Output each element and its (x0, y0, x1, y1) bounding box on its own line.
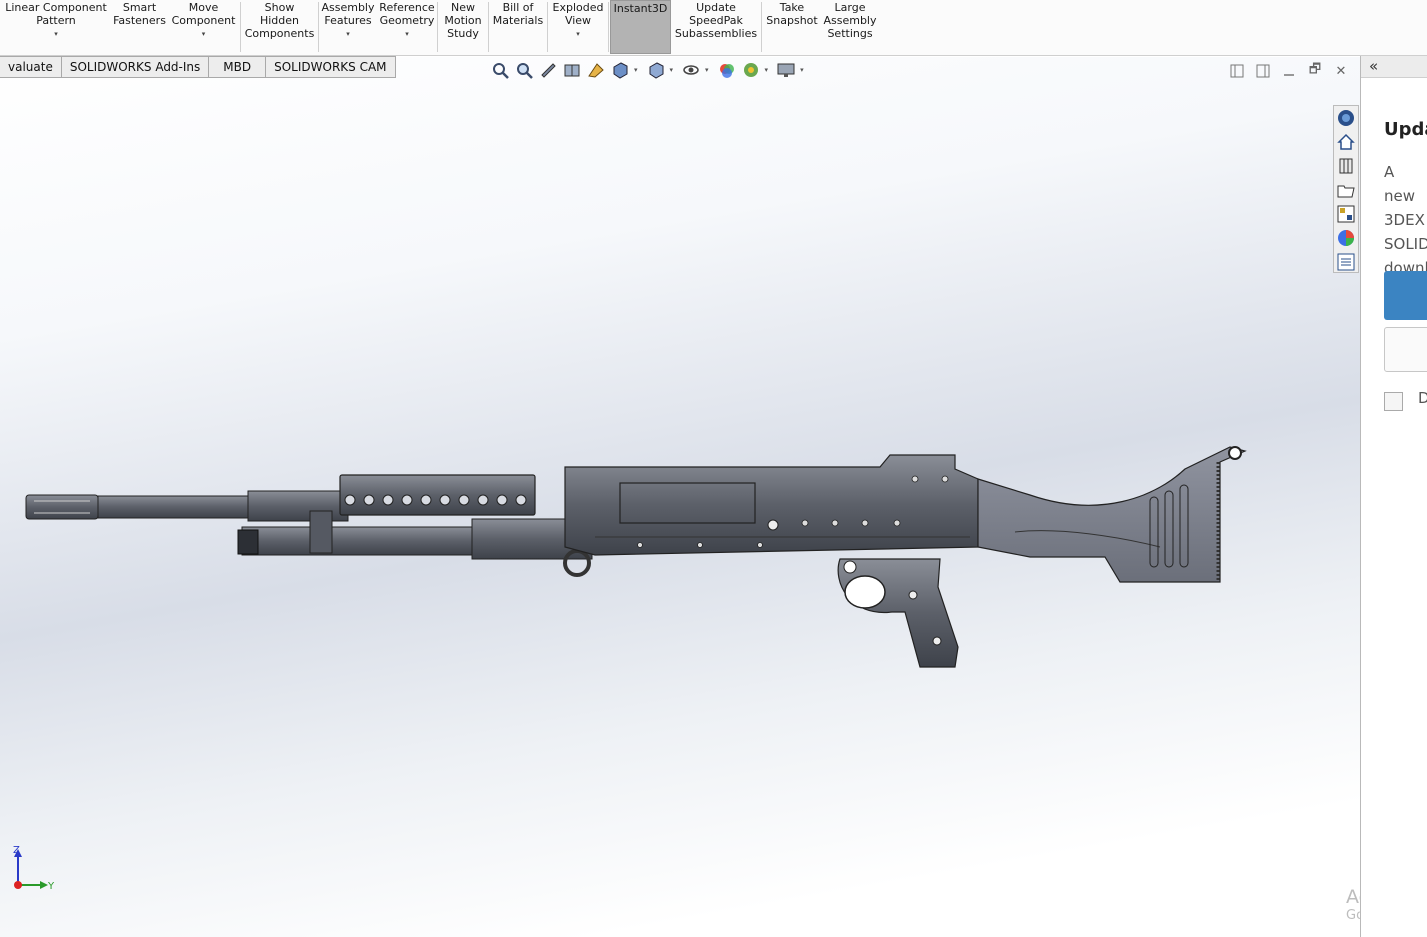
chevron-down-icon[interactable]: ▾ (670, 66, 674, 74)
button-label: Linear Component Pattern (5, 1, 107, 27)
tab-solidworks-addins[interactable]: SOLIDWORKS Add-Ins (61, 56, 210, 78)
dynamic-annotation-icon[interactable] (586, 60, 606, 80)
tile-right-icon[interactable] (1254, 62, 1272, 80)
tab-solidworks-cam[interactable]: SOLIDWORKS CAM (266, 56, 396, 78)
view-orientation-icon[interactable] (610, 60, 630, 80)
bill-of-materials-button[interactable]: Bill of Materials (489, 0, 547, 54)
linear-component-pattern-button[interactable]: Linear Component Pattern ▾ (0, 0, 112, 54)
previous-view-icon[interactable] (538, 60, 558, 80)
button-label: Bill of Materials (492, 1, 544, 27)
task-pane-tab-strip (1333, 105, 1359, 273)
button-label: Large Assembly Settings (823, 1, 877, 40)
update-speedpak-button[interactable]: Update SpeedPak Subassemblies (671, 0, 761, 54)
home-icon[interactable] (1336, 132, 1356, 152)
graphics-area[interactable]: ▾ ▾ ▾ ▾ ▾ 🗗 ✕ Z Y Activ (0, 57, 1427, 937)
button-label: Exploded View (552, 1, 604, 27)
command-manager-ribbon: Linear Component Pattern ▾ Smart Fastene… (0, 0, 1427, 56)
design-library-icon[interactable] (1336, 156, 1356, 176)
file-explorer-icon[interactable] (1336, 180, 1356, 200)
tile-left-icon[interactable] (1228, 62, 1246, 80)
solidworks-resources-icon[interactable] (1336, 108, 1356, 128)
chevron-down-icon[interactable]: ▾ (800, 66, 804, 74)
update-message: A new 3DEX SOLID downl (1384, 163, 1427, 277)
heads-up-view-toolbar: ▾ ▾ ▾ ▾ ▾ (490, 59, 808, 81)
dont-show-checkbox[interactable] (1384, 392, 1403, 411)
take-snapshot-button[interactable]: Take Snapshot (762, 0, 822, 54)
triad-y-label: Y (47, 881, 55, 892)
triad-z-label: Z (13, 845, 20, 856)
section-view-icon[interactable] (562, 60, 582, 80)
exploded-view-button[interactable]: Exploded View ▾ (548, 0, 608, 54)
display-style-icon[interactable] (646, 60, 666, 80)
chevron-down-icon[interactable]: ▾ (54, 30, 58, 38)
task-pane: « Upda A new 3DEX SOLID downl D (1360, 56, 1427, 937)
checkbox-label: D (1418, 389, 1427, 407)
smart-fasteners-button[interactable]: Smart Fasteners (112, 0, 167, 54)
button-label: Update SpeedPak Subassemblies (674, 1, 758, 40)
zoom-to-fit-icon[interactable] (490, 60, 510, 80)
custom-properties-icon[interactable] (1336, 252, 1356, 272)
command-manager-tabs: valuate SOLIDWORKS Add-Ins MBD SOLIDWORK… (0, 56, 396, 78)
minimize-icon[interactable] (1280, 62, 1298, 80)
secondary-action-button[interactable] (1384, 327, 1427, 372)
apply-scene-icon[interactable] (741, 60, 761, 80)
chevron-down-icon[interactable]: ▾ (405, 30, 409, 38)
chevron-down-icon[interactable]: ▾ (765, 66, 769, 74)
chevron-down-icon[interactable]: ▾ (202, 30, 206, 38)
button-label: Move Component (171, 1, 236, 27)
move-component-button[interactable]: Move Component ▾ (167, 0, 240, 54)
close-icon[interactable]: ✕ (1332, 62, 1350, 80)
button-label: Instant3D (613, 2, 668, 15)
document-window-controls: 🗗 ✕ (1228, 62, 1350, 80)
primary-action-button[interactable] (1384, 271, 1427, 320)
reference-triad: Z Y (13, 845, 55, 892)
hide-show-items-icon[interactable] (681, 60, 701, 80)
button-label: Assembly Features (321, 1, 375, 27)
button-label: Show Hidden Components (244, 1, 315, 40)
update-title: Upda (1384, 119, 1427, 140)
button-label: New Motion Study (444, 1, 482, 40)
show-hidden-components-button[interactable]: Show Hidden Components (241, 0, 318, 54)
reference-geometry-button[interactable]: Reference Geometry ▾ (377, 0, 437, 54)
tab-mbd[interactable]: MBD (209, 56, 267, 78)
chevron-down-icon[interactable]: ▾ (705, 66, 709, 74)
chevron-down-icon[interactable]: ▾ (346, 30, 350, 38)
edit-appearance-icon[interactable] (717, 60, 737, 80)
tab-evaluate[interactable]: valuate (0, 56, 62, 78)
view-palette-icon[interactable] (1336, 204, 1356, 224)
button-label: Smart Fasteners (113, 1, 166, 27)
restore-icon[interactable]: 🗗 (1306, 62, 1324, 80)
appearances-scenes-icon[interactable] (1336, 228, 1356, 248)
view-settings-icon[interactable] (776, 60, 796, 80)
new-motion-study-button[interactable]: New Motion Study (438, 0, 488, 54)
task-pane-header: « (1361, 56, 1427, 78)
chevron-down-icon[interactable]: ▾ (634, 66, 638, 74)
button-label: Reference Geometry (379, 1, 435, 27)
assembly-features-button[interactable]: Assembly Features ▾ (319, 0, 377, 54)
machine-gun-assembly-model[interactable] (20, 387, 1260, 687)
instant3d-button[interactable]: Instant3D (610, 0, 671, 54)
chevron-down-icon[interactable]: ▾ (576, 30, 580, 38)
button-label: Take Snapshot (766, 1, 818, 27)
zoom-to-area-icon[interactable] (514, 60, 534, 80)
collapse-pane-icon[interactable]: « (1369, 57, 1378, 75)
ribbon-separator (608, 2, 609, 52)
large-assembly-settings-button[interactable]: Large Assembly Settings (822, 0, 878, 54)
